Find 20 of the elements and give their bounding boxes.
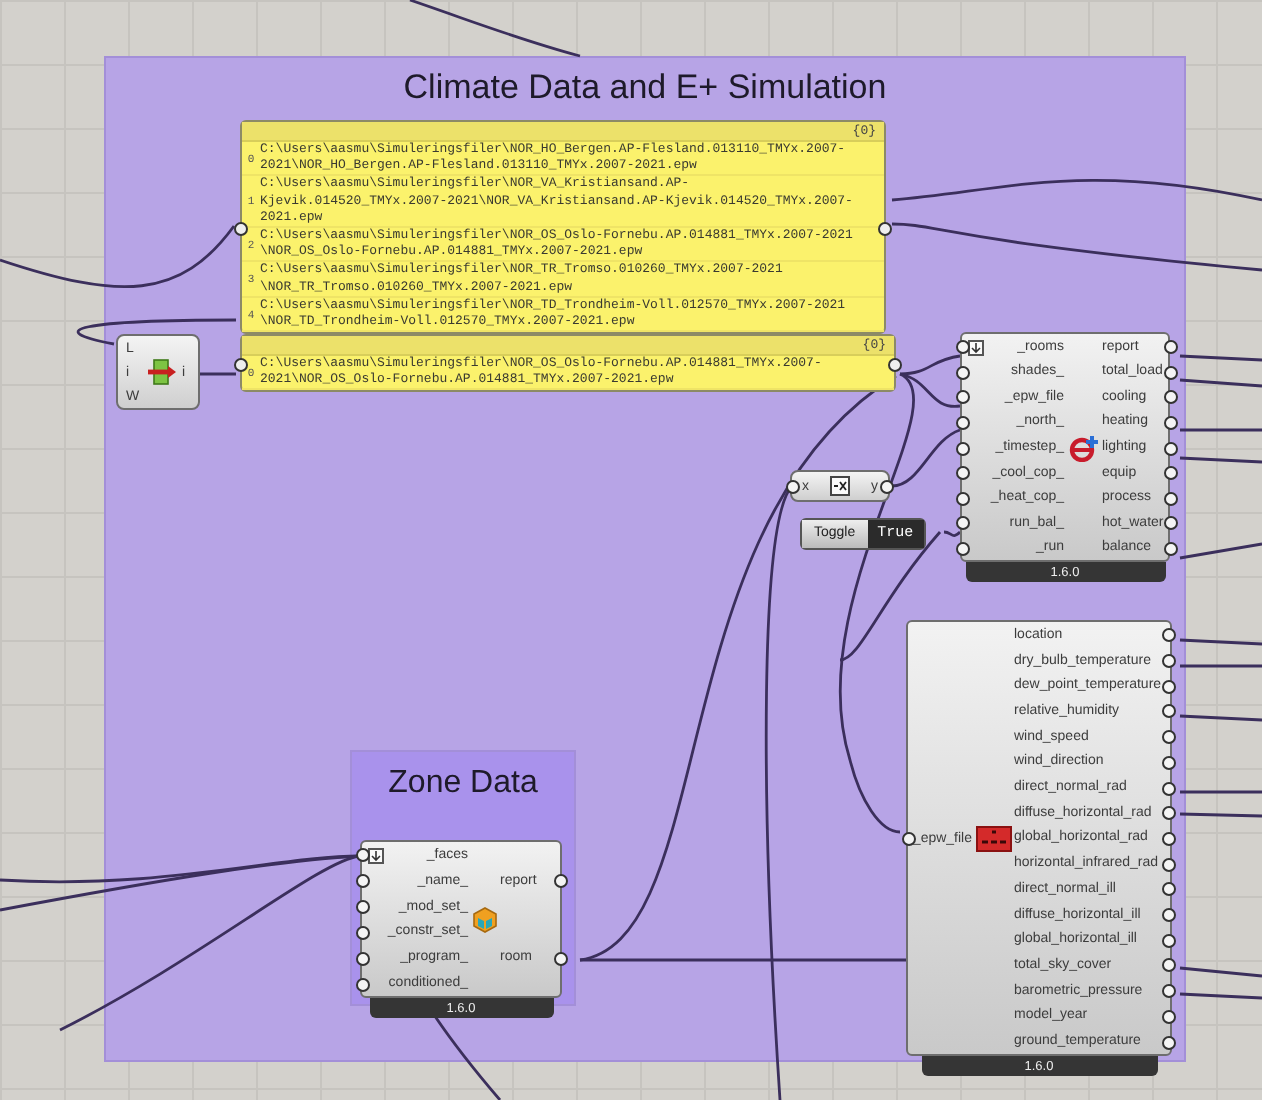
- flatten-icon: [968, 340, 984, 356]
- energy-plugin-icon: [1068, 433, 1100, 461]
- expression-icon: [830, 476, 850, 496]
- text-panel[interactable]: [240, 120, 886, 335]
- file-icon: [976, 825, 1012, 851]
- port-icon[interactable]: [554, 951, 568, 966]
- port-icon[interactable]: [880, 480, 894, 494]
- port-icon[interactable]: [554, 874, 568, 889]
- group-title: Climate Data and E+ Simulation: [403, 68, 887, 108]
- flatten-icon: [368, 848, 384, 864]
- port-icon[interactable]: [888, 357, 902, 372]
- component-body[interactable]: [906, 620, 1172, 1056]
- port-icon[interactable]: [234, 357, 248, 372]
- cube-icon: [472, 905, 498, 933]
- port-icon[interactable]: [786, 480, 800, 494]
- group-title: Zone Data: [388, 766, 538, 802]
- list-item-icon: [148, 358, 176, 386]
- port-icon[interactable]: [234, 221, 248, 236]
- port-icon[interactable]: [902, 832, 916, 846]
- port-icon[interactable]: [878, 221, 892, 236]
